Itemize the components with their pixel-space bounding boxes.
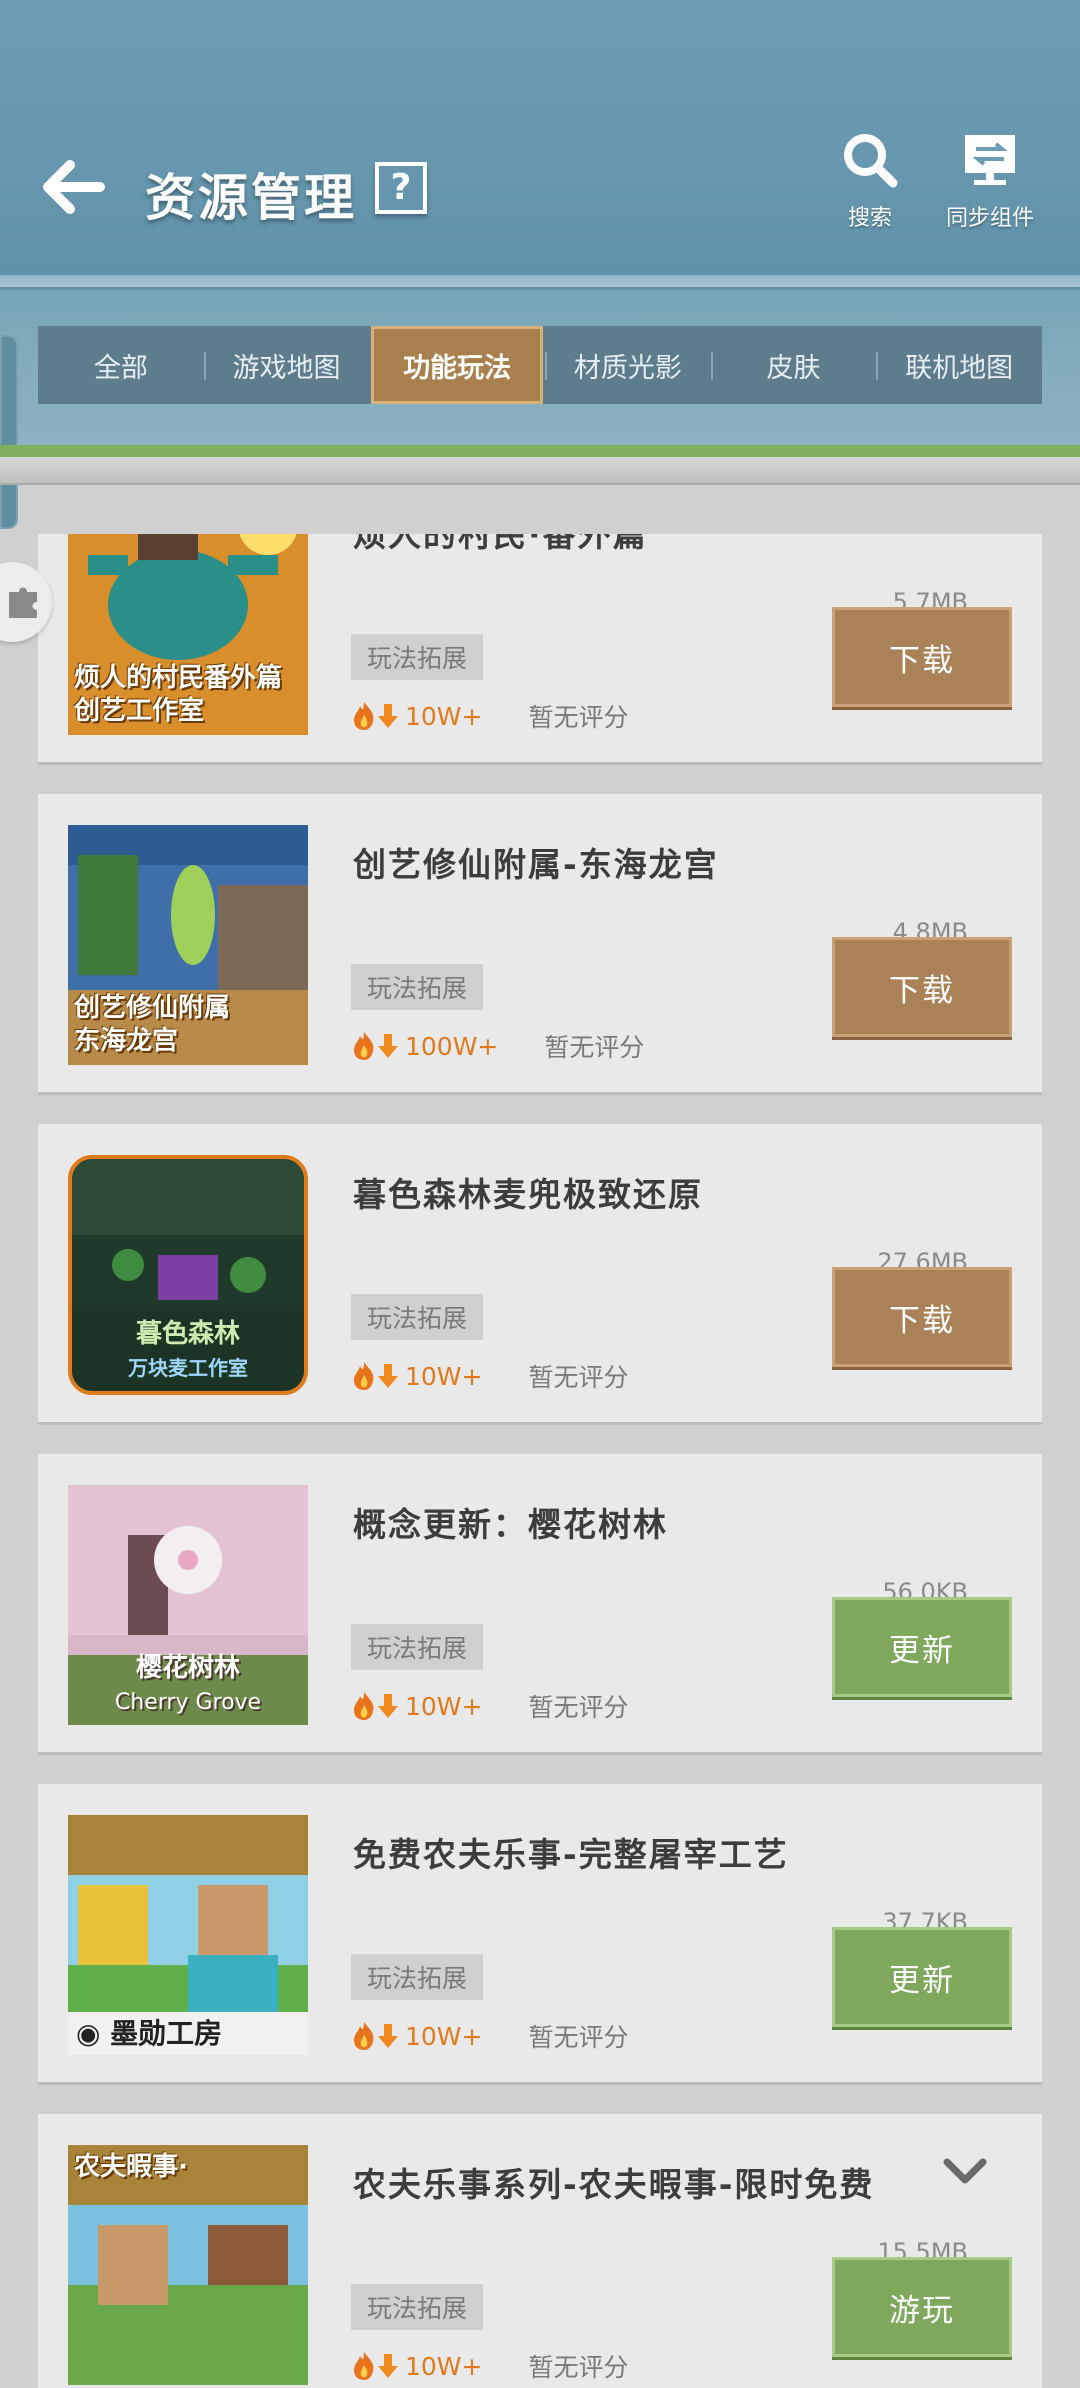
rating-text: 暂无评分 xyxy=(528,1693,629,1722)
category-tabs: 全部 游戏地图 功能玩法 材质光影 皮肤 联机地图 xyxy=(38,326,1042,404)
list-item[interactable]: ◉ 墨勋工房 免费农夫乐事-完整屠宰工艺 37.7KB 玩法拓展 10W+ 暂无… xyxy=(38,1784,1042,2082)
category-tag: 玩法拓展 xyxy=(351,964,484,1010)
resource-name: 暮色森林麦兜极致还原 xyxy=(353,1175,703,1214)
tab-all[interactable]: 全部 xyxy=(38,326,204,404)
arrow-down-icon xyxy=(378,1034,398,1058)
tab-game-maps[interactable]: 游戏地图 xyxy=(203,326,370,404)
tab-multiplayer-maps[interactable]: 联机地图 xyxy=(876,326,1042,404)
category-tag: 玩法拓展 xyxy=(351,1954,484,2000)
side-drawer-handle[interactable] xyxy=(0,335,18,529)
arrow-down-icon xyxy=(378,2024,398,2048)
resource-thumbnail: 创艺修仙附属 东海龙宫 xyxy=(68,825,308,1065)
resource-thumbnail: 暮色森林 万块麦工作室 xyxy=(68,1155,308,1395)
fire-icon xyxy=(354,1692,374,1720)
tab-gameplay[interactable]: 功能玩法 xyxy=(371,326,544,404)
arrow-down-icon xyxy=(378,1694,398,1718)
puzzle-icon xyxy=(9,587,37,618)
resource-stats: 10W+ 暂无评分 xyxy=(351,2018,629,2054)
fire-icon xyxy=(354,702,374,730)
arrow-down-icon xyxy=(378,1364,398,1388)
update-button[interactable]: 更新 xyxy=(832,1927,1012,2027)
thumbnail-caption: 烦人的村民番外篇 创艺工作室 xyxy=(74,663,283,726)
search-icon xyxy=(840,130,900,190)
sync-monitor-icon xyxy=(960,130,1020,190)
header-divider xyxy=(0,275,1080,287)
download-count: 10W+ xyxy=(405,2351,483,2381)
resource-thumbnail: 烦人的村民番外篇 创艺工作室 xyxy=(68,534,308,735)
help-button[interactable]: ? xyxy=(375,162,427,214)
arrow-down-icon xyxy=(378,704,398,728)
thumbnail-caption: ◉ 墨勋工房 xyxy=(68,2012,308,2055)
download-button[interactable]: 下载 xyxy=(832,607,1012,707)
list-item[interactable]: 烦人的村民番外篇 创艺工作室 烦人的村民·番外篇 5.7MB 玩法拓展 10W+ … xyxy=(38,534,1042,762)
fire-icon xyxy=(354,1362,374,1390)
list-item[interactable]: 暮色森林 万块麦工作室 暮色森林麦兜极致还原 27.6MB 玩法拓展 10W+ 暂… xyxy=(38,1124,1042,1422)
tab-skins[interactable]: 皮肤 xyxy=(710,326,877,404)
sync-label: 同步组件 xyxy=(945,206,1034,231)
resource-thumbnail: ◉ 墨勋工房 xyxy=(68,1815,308,2055)
back-button[interactable] xyxy=(38,152,108,222)
resource-stats: 10W+ 暂无评分 xyxy=(351,1688,629,1724)
thumbnail-caption: 创艺修仙附属 东海龙宫 xyxy=(74,993,231,1056)
list-item[interactable]: 樱花树林 Cherry Grove 概念更新：樱花树林 56.0KB 玩法拓展 1… xyxy=(38,1454,1042,1752)
thumbnail-caption: 农夫暇事· xyxy=(74,2152,188,2182)
list-top-edge xyxy=(0,457,1080,485)
rating-text: 暂无评分 xyxy=(528,1363,629,1392)
resource-stats: 10W+ 暂无评分 xyxy=(351,698,629,734)
thumbnail-caption: 樱花树林 Cherry Grove xyxy=(114,1653,262,1715)
list-item[interactable]: 创艺修仙附属 东海龙宫 创艺修仙附属-东海龙宫 4.8MB 玩法拓展 100W+ … xyxy=(38,794,1042,1092)
resource-name: 烦人的村民·番外篇 xyxy=(353,534,648,554)
question-icon: ? xyxy=(390,167,412,208)
update-button[interactable]: 更新 xyxy=(832,1597,1012,1697)
resource-stats: 10W+ 暂无评分 xyxy=(351,1358,629,1394)
fire-icon xyxy=(354,2022,374,2050)
rating-text: 暂无评分 xyxy=(544,1033,645,1062)
search-button[interactable]: 搜索 xyxy=(800,130,940,240)
arrow-down-icon xyxy=(378,2354,398,2378)
resource-thumbnail: 樱花树林 Cherry Grove xyxy=(68,1485,308,1725)
resource-stats: 100W+ 暂无评分 xyxy=(351,1028,644,1064)
search-label: 搜索 xyxy=(847,206,892,231)
category-tag: 玩法拓展 xyxy=(351,2284,484,2330)
fire-icon xyxy=(354,1032,374,1060)
thumbnail-caption: 暮色森林 万块麦工作室 xyxy=(128,1319,248,1380)
rating-text: 暂无评分 xyxy=(528,703,629,732)
category-tag: 玩法拓展 xyxy=(351,634,484,680)
download-count: 100W+ xyxy=(405,1031,499,1061)
category-tag: 玩法拓展 xyxy=(351,1294,484,1340)
tab-textures-shaders[interactable]: 材质光影 xyxy=(545,326,711,404)
accent-divider xyxy=(0,445,1080,457)
chevron-down-icon[interactable] xyxy=(943,2156,987,2186)
category-tag: 玩法拓展 xyxy=(351,1624,484,1670)
rating-text: 暂无评分 xyxy=(528,2353,629,2382)
arrow-left-icon xyxy=(43,160,105,214)
resource-list[interactable]: 烦人的村民番外篇 创艺工作室 烦人的村民·番外篇 5.7MB 玩法拓展 10W+ … xyxy=(38,534,1042,2388)
rating-text: 暂无评分 xyxy=(528,2023,629,2052)
resource-name: 免费农夫乐事-完整屠宰工艺 xyxy=(353,1835,789,1874)
list-item[interactable]: 农夫暇事· 农夫乐事系列-农夫暇事-限时免费 15.5MB 玩法拓展 10W+ … xyxy=(38,2114,1042,2388)
download-count: 10W+ xyxy=(405,1691,483,1721)
fire-icon xyxy=(354,2352,374,2380)
download-count: 10W+ xyxy=(405,1361,483,1391)
download-count: 10W+ xyxy=(405,2021,483,2051)
app-header: 资源管理 ? 搜索 同步组件 xyxy=(0,0,1080,290)
download-button[interactable]: 下载 xyxy=(832,1267,1012,1367)
resource-name: 创艺修仙附属-东海龙宫 xyxy=(353,845,719,884)
resource-thumbnail: 农夫暇事· xyxy=(68,2145,308,2385)
page-title: 资源管理 xyxy=(145,169,357,227)
sync-components-button[interactable]: 同步组件 xyxy=(920,130,1060,240)
resource-name: 概念更新：樱花树林 xyxy=(353,1505,668,1544)
resource-name: 农夫乐事系列-农夫暇事-限时免费 xyxy=(353,2165,875,2204)
resource-stats: 10W+ 暂无评分 xyxy=(351,2348,629,2384)
download-count: 10W+ xyxy=(405,701,483,731)
play-button[interactable]: 游玩 xyxy=(832,2257,1012,2357)
download-button[interactable]: 下载 xyxy=(832,937,1012,1037)
